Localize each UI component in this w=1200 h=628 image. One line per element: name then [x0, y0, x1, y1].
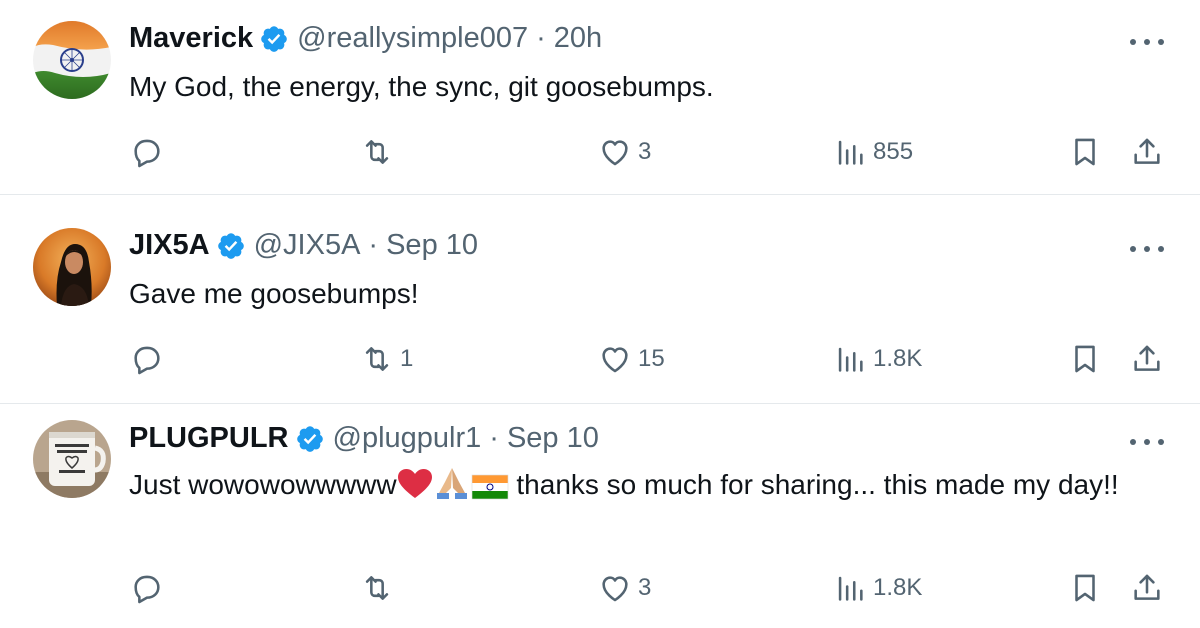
like-button[interactable]: 15 [598, 341, 665, 377]
timestamp[interactable]: Sep 10 [507, 422, 599, 455]
share-icon [1134, 345, 1160, 371]
india-flag-avatar-icon [33, 21, 111, 99]
views-button[interactable]: 1.8K [833, 570, 922, 606]
retweet-button[interactable]: 1 [360, 341, 413, 377]
tweet-text: Gave me goosebumps! [129, 278, 419, 309]
like-count: 3 [638, 574, 652, 601]
more-options-icon[interactable] [1130, 432, 1164, 452]
display-name[interactable]: PLUGPULR [129, 422, 289, 455]
like-count: 15 [638, 345, 665, 372]
bookmark-button[interactable] [1068, 134, 1102, 170]
timestamp[interactable]: Sep 10 [386, 229, 478, 262]
views-button[interactable]: 855 [833, 134, 913, 170]
tweet-header: PLUGPULR @plugpulr1 · Sep 10 [129, 422, 599, 455]
user-handle[interactable]: @JIX5A [254, 229, 361, 262]
tweet[interactable]: PLUGPULR @plugpulr1 · Sep 10 Just wowowo… [0, 404, 1200, 628]
heart-icon [602, 140, 628, 166]
reply-icon [134, 139, 160, 168]
india-flag-icon [471, 474, 508, 500]
tweet[interactable]: Maverick @reallysimple007 · 20h My God, … [0, 0, 1200, 195]
share-button[interactable] [1130, 134, 1164, 170]
tweet-header: JIX5A @JIX5A · Sep 10 [129, 229, 478, 262]
timestamp[interactable]: 20h [554, 22, 602, 55]
views-button[interactable]: 1.8K [833, 341, 922, 377]
tweet-header: Maverick @reallysimple007 · 20h [129, 22, 602, 55]
red-heart-icon [397, 469, 432, 498]
view-count: 855 [873, 138, 914, 165]
tweet[interactable]: JIX5A @JIX5A · Sep 10 Gave me goosebumps… [0, 195, 1200, 404]
reply-button[interactable] [130, 341, 170, 377]
like-button[interactable]: 3 [598, 134, 651, 170]
retweet-button[interactable] [360, 134, 400, 170]
tweet-actions: 3 855 [0, 134, 1200, 170]
user-handle[interactable]: @plugpulr1 [333, 422, 482, 455]
views-icon [838, 140, 863, 165]
heart-icon [602, 347, 628, 373]
reply-button[interactable] [130, 570, 170, 606]
share-button[interactable] [1130, 570, 1164, 606]
avatar[interactable] [33, 228, 111, 306]
avatar[interactable] [33, 21, 111, 99]
bookmark-icon [1075, 574, 1095, 602]
separator: · [489, 422, 499, 454]
retweet-icon [365, 576, 389, 600]
folded-hands-icon [436, 468, 467, 499]
verified-badge-icon[interactable] [259, 24, 289, 54]
reply-icon [134, 575, 160, 604]
bookmark-icon [1075, 345, 1095, 373]
bookmark-icon [1075, 138, 1095, 166]
tweet-text: Just wowowowwwww thanks so much for shar… [129, 466, 1129, 504]
display-name[interactable]: JIX5A [129, 229, 210, 262]
avatar[interactable] [33, 420, 111, 498]
woman-portrait-avatar-icon [33, 228, 111, 306]
tweet-text: My God, the energy, the sync, git gooseb… [129, 71, 714, 102]
separator: · [536, 22, 546, 54]
tweet-text-start: Just wowowowwwww [129, 469, 397, 500]
bookmark-button[interactable] [1068, 341, 1102, 377]
view-count: 1.8K [873, 574, 923, 601]
view-count: 1.8K [873, 345, 923, 372]
more-options-icon[interactable] [1130, 32, 1164, 52]
user-handle[interactable]: @reallysimple007 [297, 22, 528, 55]
verified-badge-icon[interactable] [216, 231, 246, 261]
bookmark-button[interactable] [1068, 570, 1102, 606]
share-icon [1134, 574, 1160, 600]
heart-icon [602, 576, 628, 602]
tweet-actions: 3 1.8K [0, 570, 1200, 606]
views-icon [838, 576, 863, 601]
retweet-count: 1 [400, 345, 414, 372]
reply-button[interactable] [130, 134, 170, 170]
more-options-icon[interactable] [1130, 239, 1164, 259]
verified-badge-icon[interactable] [295, 424, 325, 454]
views-icon [838, 347, 863, 372]
retweet-icon [365, 140, 389, 164]
share-icon [1134, 138, 1160, 164]
retweet-button[interactable] [360, 570, 400, 606]
tweet-actions: 1 15 1.8K [0, 341, 1200, 377]
like-button[interactable]: 3 [598, 570, 651, 606]
reply-icon [134, 346, 160, 375]
share-button[interactable] [1130, 341, 1164, 377]
retweet-icon [365, 347, 389, 371]
like-count: 3 [638, 138, 652, 165]
mug-photo-avatar-icon [33, 420, 111, 498]
tweet-text-end: thanks so much for sharing... this made … [508, 469, 1119, 500]
display-name[interactable]: Maverick [129, 22, 253, 55]
separator: · [368, 229, 379, 261]
